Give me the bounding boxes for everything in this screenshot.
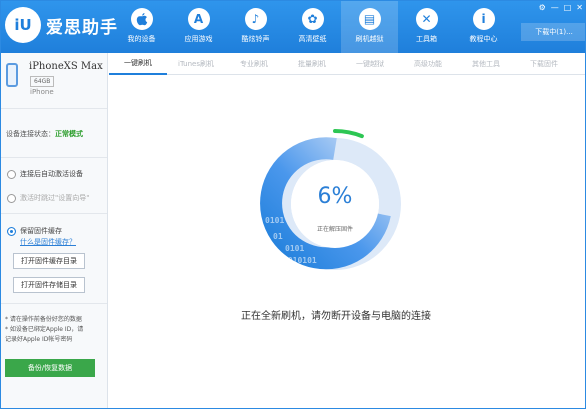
app-store-icon: A <box>187 8 210 30</box>
flower-icon: ✿ <box>301 8 324 30</box>
backup-notes: * 请在操作前备份好您的数据 * 如设备已绑定Apple ID，请 记录好App… <box>5 315 105 345</box>
binary-text: 1010101 <box>283 256 317 265</box>
radio-button[interactable] <box>7 193 16 203</box>
progress-percent: 6% <box>317 184 353 209</box>
option-label: 保留固件缓存 <box>20 227 62 235</box>
connection-status: 设备连接状态：正常模式 <box>6 129 83 139</box>
tab-jailbreak[interactable]: 一键越狱 <box>341 53 399 75</box>
nav-wallpapers[interactable]: ✿ 高清壁纸 <box>284 1 341 53</box>
auto-activate-option[interactable]: 连接后自动激活设备 <box>7 169 83 179</box>
info-icon: i <box>472 8 495 30</box>
divider <box>1 157 107 158</box>
note-line: * 如设备已绑定Apple ID，请 <box>5 326 84 333</box>
close-icon[interactable]: ✕ <box>576 3 583 12</box>
app-title: 爱思助手 <box>46 18 118 38</box>
tab-advanced[interactable]: 高级功能 <box>399 53 457 75</box>
nav-tutorials[interactable]: i 教程中心 <box>455 1 512 53</box>
minimize-icon[interactable]: — <box>551 3 559 12</box>
nav-ringtones[interactable]: ♪ 酷炫铃声 <box>227 1 284 53</box>
progress-status: 正在解压固件 <box>316 226 353 233</box>
nav-apps[interactable]: A 应用游戏 <box>170 1 227 53</box>
progress-ring: 0101 01 0101 01 0101 1010101 6% 正在解压固件 <box>255 124 415 284</box>
keep-cache-option[interactable]: 保留固件缓存 <box>7 226 62 236</box>
open-cache-dir-button[interactable]: 打开固件缓存目录 <box>13 253 85 269</box>
binary-text: 0101 <box>285 244 305 253</box>
note-line: 记录好Apple ID帐号密码 <box>5 336 73 343</box>
nav-flash-jailbreak[interactable]: ▤ 刷机越狱 <box>341 1 398 53</box>
storage-badge: 64GB <box>30 76 55 87</box>
nav-label: 工具箱 <box>416 35 437 43</box>
sidebar: iPhoneXS Max 64GB iPhone 设备连接状态：正常模式 连接后… <box>1 53 108 408</box>
phone-icon <box>6 63 18 87</box>
nav-label: 我的设备 <box>127 35 156 43</box>
connection-label: 设备连接状态： <box>6 130 55 138</box>
tab-pro-flash[interactable]: 专业刷机 <box>225 53 283 75</box>
device-card: iPhoneXS Max 64GB iPhone <box>1 53 107 109</box>
nav-my-device[interactable]: 我的设备 <box>113 1 170 53</box>
device-type: iPhone <box>30 88 54 96</box>
main-nav: 我的设备 A 应用游戏 ♪ 酷炫铃声 ✿ 高清壁纸 ▤ 刷机越狱 ✕ 工具箱 i… <box>113 1 512 53</box>
maximize-icon[interactable]: □ <box>564 3 572 12</box>
window-controls: ⚙ — □ ✕ <box>539 3 583 12</box>
skip-setup-option[interactable]: 激活时跳过"设置向导" <box>7 193 89 203</box>
tab-itunes-flash[interactable]: iTunes刷机 <box>167 53 225 75</box>
tab-one-click-flash[interactable]: 一键刷机 <box>109 53 167 75</box>
option-label: 激活时跳过"设置向导" <box>20 194 90 202</box>
option-label: 连接后自动激活设备 <box>20 170 83 178</box>
what-is-cache-link[interactable]: 什么是固件缓存？ <box>20 237 76 247</box>
radio-button[interactable] <box>7 169 16 179</box>
bell-icon: ♪ <box>244 8 267 30</box>
tab-batch-flash[interactable]: 批量刷机 <box>283 53 341 75</box>
binary-text: 01 <box>273 232 283 241</box>
apple-icon <box>130 8 153 30</box>
settings-icon[interactable]: ⚙ <box>539 3 546 12</box>
divider <box>1 303 107 304</box>
tab-bar: 一键刷机 iTunes刷机 专业刷机 批量刷机 一键越狱 高级功能 其他工具 下… <box>109 53 585 75</box>
tools-icon: ✕ <box>415 8 438 30</box>
backup-restore-button[interactable]: 备份/恢复数据 <box>5 359 95 377</box>
open-storage-dir-button[interactable]: 打开固件存储目录 <box>13 277 85 293</box>
divider <box>1 213 107 214</box>
flash-box-icon: ▤ <box>358 8 381 30</box>
progress-arc <box>333 129 364 139</box>
nav-label: 高清壁纸 <box>298 35 327 43</box>
connection-mode: 正常模式 <box>55 130 83 138</box>
nav-label: 应用游戏 <box>184 35 213 43</box>
nav-label: 刷机越狱 <box>355 35 384 43</box>
app-window: iU 爱思助手 我的设备 A 应用游戏 ♪ 酷炫铃声 ✿ 高清壁纸 ▤ 刷机越狱… <box>0 0 586 409</box>
note-line: * 请在操作前备份好您的数据 <box>5 316 82 323</box>
tab-download-firmware[interactable]: 下载固件 <box>515 53 573 75</box>
device-name: iPhoneXS Max <box>29 61 103 72</box>
app-logo: iU <box>5 7 41 43</box>
nav-label: 教程中心 <box>469 35 498 43</box>
checkbox[interactable] <box>7 226 16 236</box>
tab-other-tools[interactable]: 其他工具 <box>457 53 515 75</box>
download-queue-button[interactable]: 下载中(1)... <box>521 23 585 41</box>
flash-warning-message: 正在全新刷机，请勿断开设备与电脑的连接 <box>241 311 431 322</box>
top-header: iU 爱思助手 我的设备 A 应用游戏 ♪ 酷炫铃声 ✿ 高清壁纸 ▤ 刷机越狱… <box>1 1 585 53</box>
nav-toolbox[interactable]: ✕ 工具箱 <box>398 1 455 53</box>
nav-label: 酷炫铃声 <box>241 35 270 43</box>
